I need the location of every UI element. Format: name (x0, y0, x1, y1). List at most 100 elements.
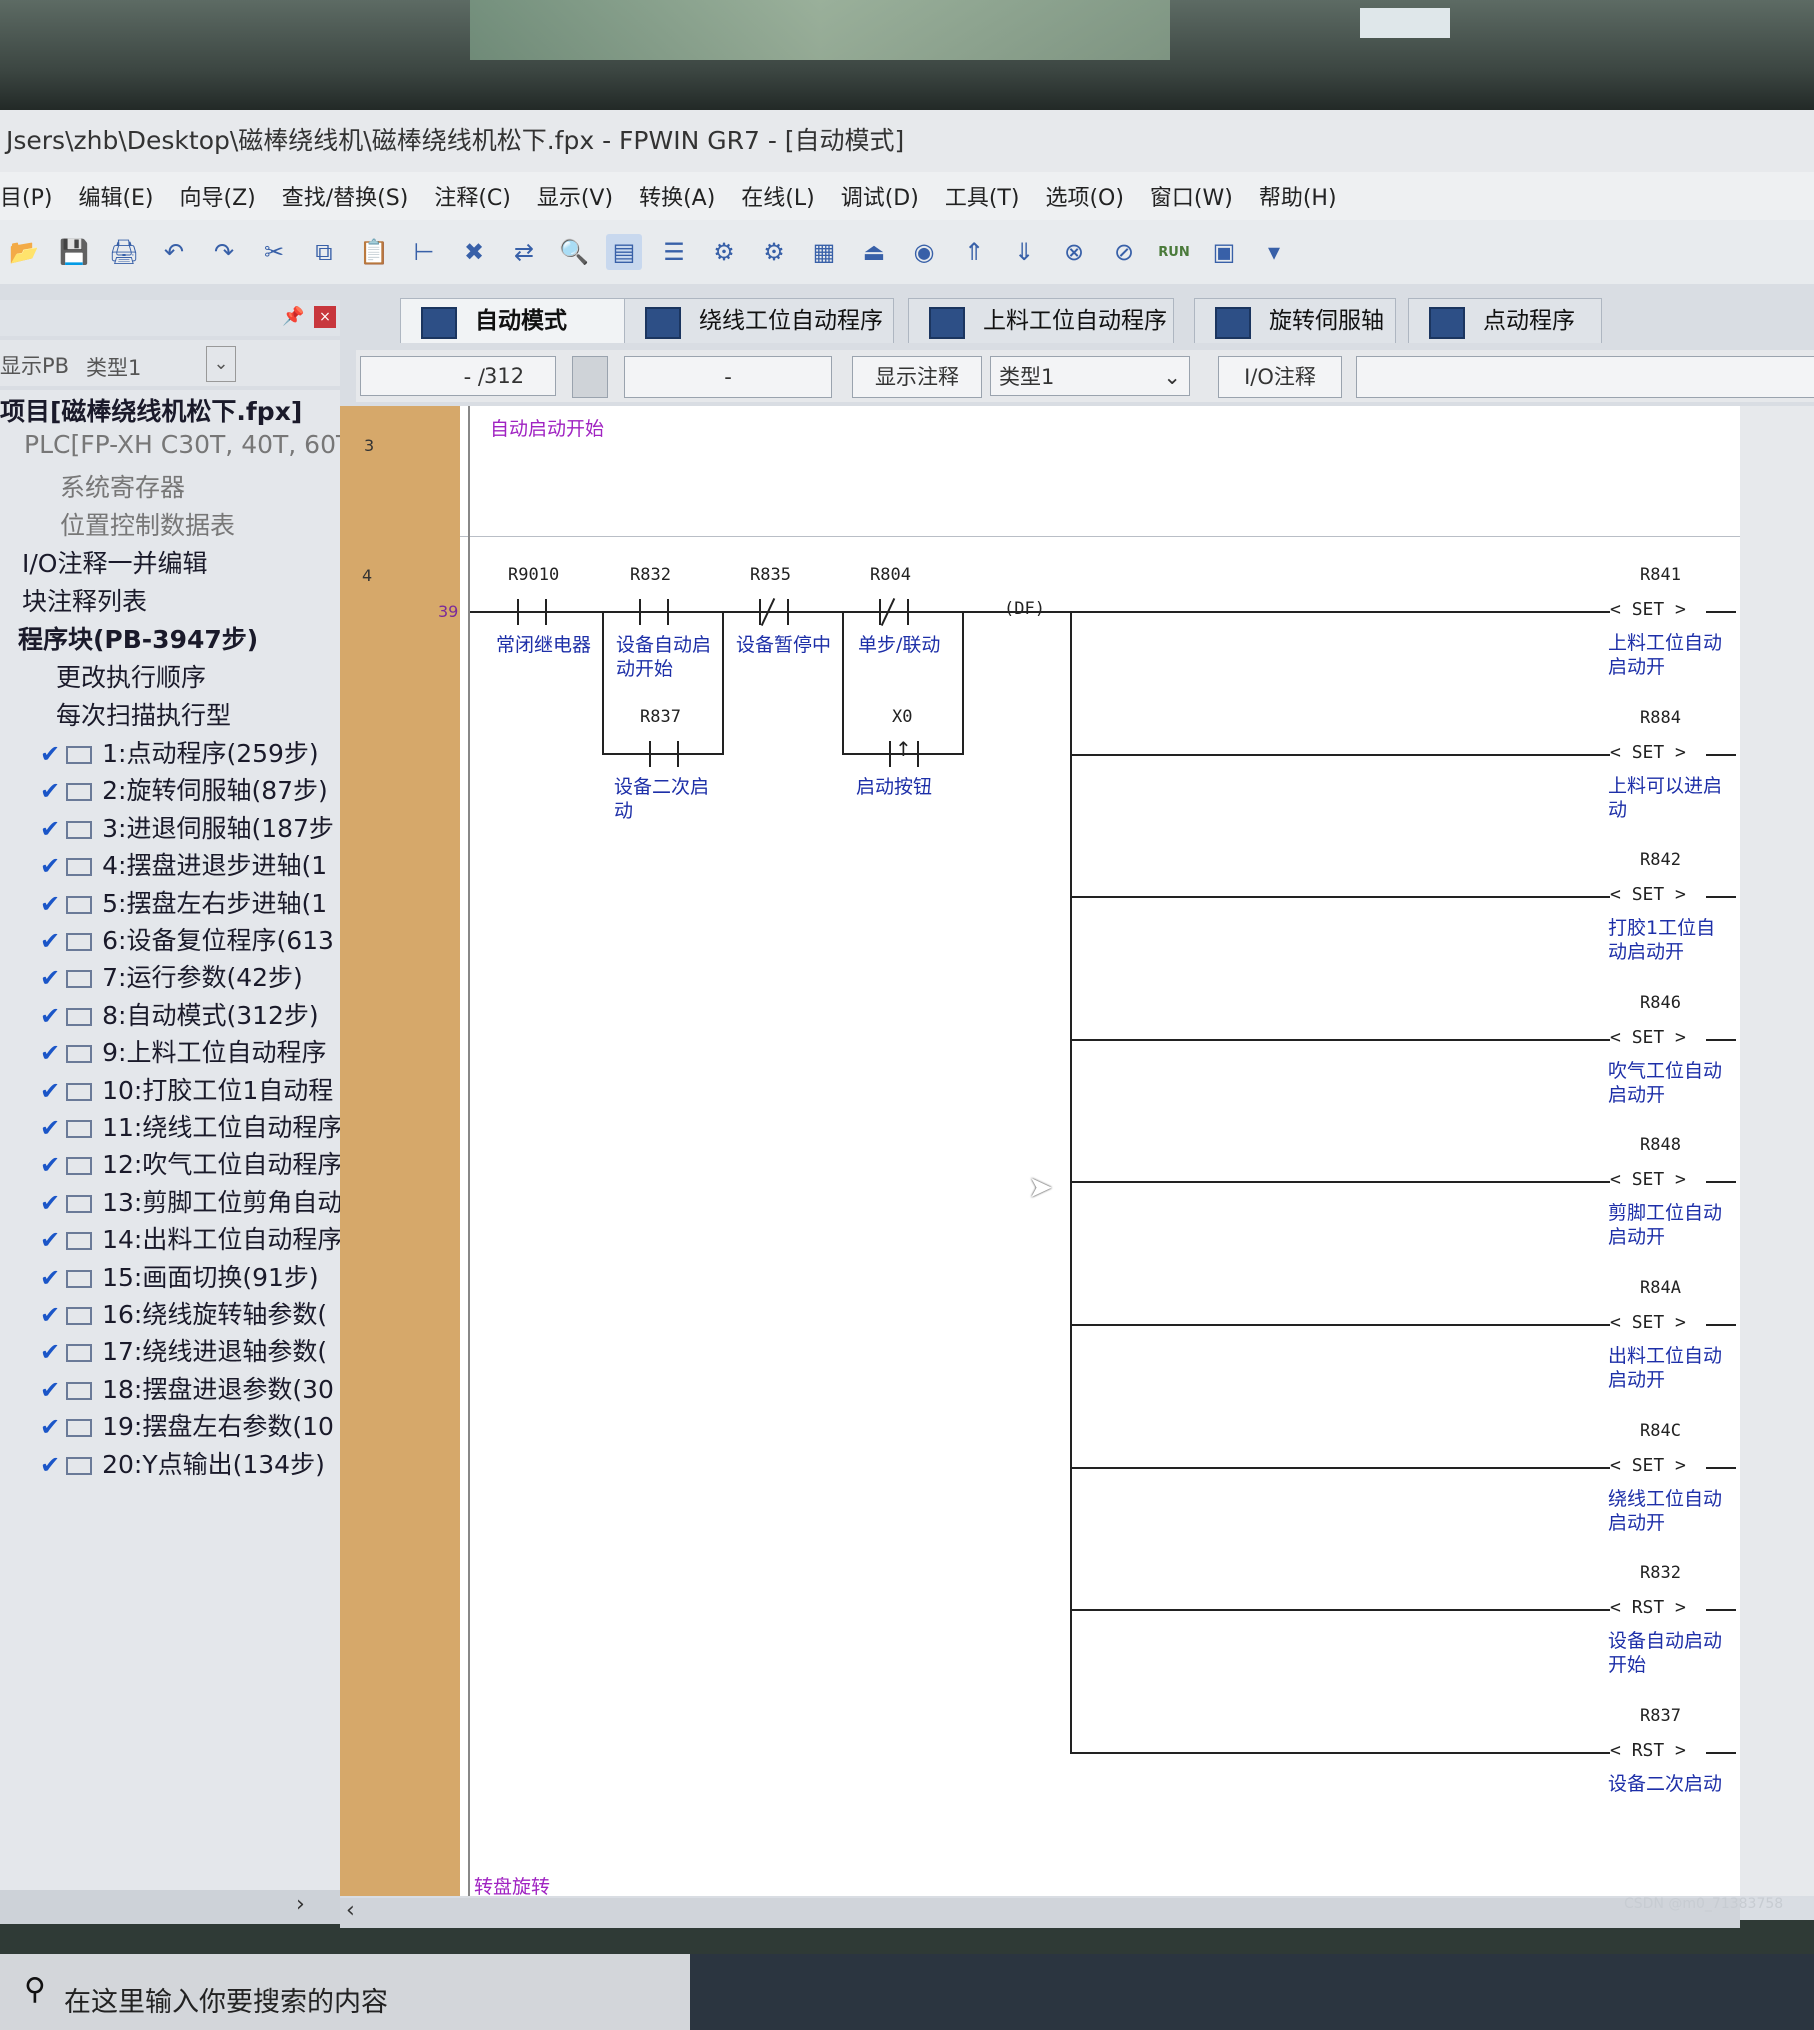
tree-program-item[interactable]: ✔ 9:上料工位自动程序 (40, 1033, 326, 1069)
output-coil[interactable]: < RST > (1610, 1597, 1686, 1618)
tree-program-item[interactable]: ✔ 10:打胶工位1自动程 (40, 1071, 333, 1107)
list-view-icon[interactable]: ☰ (656, 234, 692, 270)
tree-program-block[interactable]: 程序块(PB-3947步) (18, 620, 258, 656)
chevron-down-icon[interactable]: ⌄ (206, 346, 236, 382)
tree-position-table[interactable]: 位置控制数据表 (60, 506, 235, 542)
contact-symbol[interactable] (649, 741, 679, 767)
search-icon[interactable]: ⚲ (24, 1972, 46, 2007)
copy-icon[interactable]: ⧉ (306, 234, 342, 270)
tree-exec-order[interactable]: 更改执行顺序 (56, 658, 206, 694)
find-icon[interactable]: 🔍 (556, 234, 592, 270)
df-instruction[interactable]: (DF) (1004, 599, 1045, 619)
tree-program-item[interactable]: ✔ 17:绕线进退轴参数( (40, 1332, 327, 1368)
tab-jog[interactable]: 点动程序 (1408, 298, 1602, 343)
menu-online[interactable]: 在线(L) (741, 180, 814, 212)
stop-mode-icon[interactable]: ⊘ (1106, 234, 1142, 270)
menu-wizard[interactable]: 向导(Z) (180, 180, 256, 212)
output-coil[interactable]: < SET > (1610, 599, 1686, 620)
undo-icon[interactable]: ↶ (156, 234, 192, 270)
contact-symbol[interactable] (889, 737, 919, 767)
ladder-view-icon[interactable]: ▤ (606, 234, 642, 270)
menu-comment[interactable]: 注释(C) (434, 180, 511, 212)
tree-program-item[interactable]: ✔ 18:摆盘进退参数(30 (40, 1370, 334, 1406)
online-icon[interactable]: ⏏ (856, 234, 892, 270)
run-mode-icon[interactable]: RUN (1156, 234, 1192, 270)
output-coil[interactable]: < SET > (1610, 742, 1686, 763)
tree-project[interactable]: 项目[磁棒绕线机松下.fpx] (0, 392, 302, 428)
print-icon[interactable]: 🖨 (106, 234, 142, 270)
cut-icon[interactable]: ✂ (256, 234, 292, 270)
mode-icon[interactable] (572, 356, 608, 398)
chevron-right-icon[interactable]: › (296, 1892, 305, 1917)
tree-program-item[interactable]: ✔ 1:点动程序(259步) (40, 734, 319, 770)
chevron-left-icon[interactable]: ‹ (346, 1898, 355, 1923)
convert-icon[interactable]: ⚙ (756, 234, 792, 270)
address-field[interactable]: - (624, 356, 832, 398)
contact-symbol[interactable] (879, 599, 909, 625)
tree-program-item[interactable]: ✔ 2:旋转伺服轴(87步) (40, 771, 328, 807)
open-icon[interactable]: 📂 (6, 234, 42, 270)
tree-program-item[interactable]: ✔ 12:吹气工位自动程序 (40, 1145, 340, 1181)
menu-edit[interactable]: 编辑(E) (78, 180, 153, 212)
tree-scan-type[interactable]: 每次扫描执行型 (56, 696, 231, 732)
tree-program-item[interactable]: ✔ 14:出料工位自动程序 (40, 1220, 340, 1256)
tree-program-item[interactable]: ✔ 16:绕线旋转轴参数( (40, 1295, 327, 1331)
download-icon[interactable]: ⇓ (1006, 234, 1042, 270)
monitor-icon[interactable]: ◉ (906, 234, 942, 270)
tree-program-item[interactable]: ✔ 5:摆盘左右步进轴(1 (40, 884, 327, 920)
menu-find-replace[interactable]: 查找/替换(S) (282, 180, 409, 212)
menu-debug[interactable]: 调试(D) (841, 180, 919, 212)
contact-symbol[interactable] (639, 599, 669, 625)
tree-program-item[interactable]: ✔ 3:进退伺服轴(187步 (40, 809, 334, 845)
io-comment-button[interactable]: I/O注释 (1218, 356, 1342, 398)
tree-plc[interactable]: PLC[FP-XH C30T, 40T, 60T] (24, 430, 340, 459)
prog-mode-icon[interactable]: ⊗ (1056, 234, 1092, 270)
paste-icon[interactable]: 📋 (356, 234, 392, 270)
chevron-down-icon[interactable]: ⌄ (1163, 357, 1181, 397)
contact-symbol[interactable] (759, 599, 789, 625)
tab-winding[interactable]: 绕线工位自动程序 (624, 298, 894, 343)
output-coil[interactable]: < SET > (1610, 884, 1686, 905)
delete-icon[interactable]: ✖ (456, 234, 492, 270)
menu-help[interactable]: 帮助(H) (1259, 180, 1337, 212)
upload-icon[interactable]: ⇑ (956, 234, 992, 270)
redo-icon[interactable]: ↷ (206, 234, 242, 270)
more-icon[interactable]: ▾ (1256, 234, 1292, 270)
menu-view[interactable]: 显示(V) (537, 180, 613, 212)
plc-icon[interactable]: ▦ (806, 234, 842, 270)
tree-program-item[interactable]: ✔ 8:自动模式(312步) (40, 996, 319, 1032)
tree-program-item[interactable]: ✔ 7:运行参数(42步) (40, 958, 303, 994)
show-comment-button[interactable]: 显示注释 (852, 356, 982, 398)
tree-program-item[interactable]: ✔ 20:Y点输出(134步) (40, 1445, 325, 1481)
tab-rotary-servo[interactable]: 旋转伺服轴 (1194, 298, 1396, 343)
pin-icon[interactable]: 📌 (282, 306, 304, 327)
menu-convert[interactable]: 转换(A) (639, 180, 715, 212)
menu-project[interactable]: 目(P) (0, 180, 52, 212)
left-hscrollbar[interactable]: › (0, 1890, 340, 1924)
contact-symbol[interactable] (517, 599, 547, 625)
menu-options[interactable]: 选项(O) (1045, 180, 1123, 212)
filter-type[interactable]: 类型1 (86, 352, 141, 382)
output-coil[interactable]: < SET > (1610, 1169, 1686, 1190)
tree-program-item[interactable]: ✔ 19:摆盘左右参数(10 (40, 1407, 334, 1443)
output-coil[interactable]: < SET > (1610, 1027, 1686, 1048)
tree-block-comment[interactable]: 块注释列表 (22, 582, 147, 618)
menu-tools[interactable]: 工具(T) (945, 180, 1020, 212)
taskbar-search-input[interactable]: 在这里输入你要搜索的内容 (64, 1980, 388, 2019)
compile-icon[interactable]: ⚙ (706, 234, 742, 270)
tree-program-item[interactable]: ✔ 13:剪脚工位剪角自动 (40, 1183, 340, 1219)
swap-icon[interactable]: ⇄ (506, 234, 542, 270)
tree-program-item[interactable]: ✔ 11:绕线工位自动程序 (40, 1108, 340, 1144)
output-coil[interactable]: < RST > (1610, 1740, 1686, 1761)
tree-program-item[interactable]: ✔ 15:画面切换(91步) (40, 1258, 319, 1294)
tab-loading[interactable]: 上料工位自动程序 (908, 298, 1174, 343)
output-coil[interactable]: < SET > (1610, 1455, 1686, 1476)
data-monitor-icon[interactable]: ▣ (1206, 234, 1242, 270)
output-coil[interactable]: < SET > (1610, 1312, 1686, 1333)
ladder-hscrollbar[interactable]: ‹ (340, 1898, 1740, 1928)
insert-icon[interactable]: ⊢ (406, 234, 442, 270)
save-icon[interactable]: 💾 (56, 234, 92, 270)
tree-program-item[interactable]: ✔ 4:摆盘进退步进轴(1 (40, 846, 327, 882)
comment-type-select[interactable]: 类型1 ⌄ (990, 356, 1190, 396)
close-icon[interactable]: × (314, 306, 336, 328)
